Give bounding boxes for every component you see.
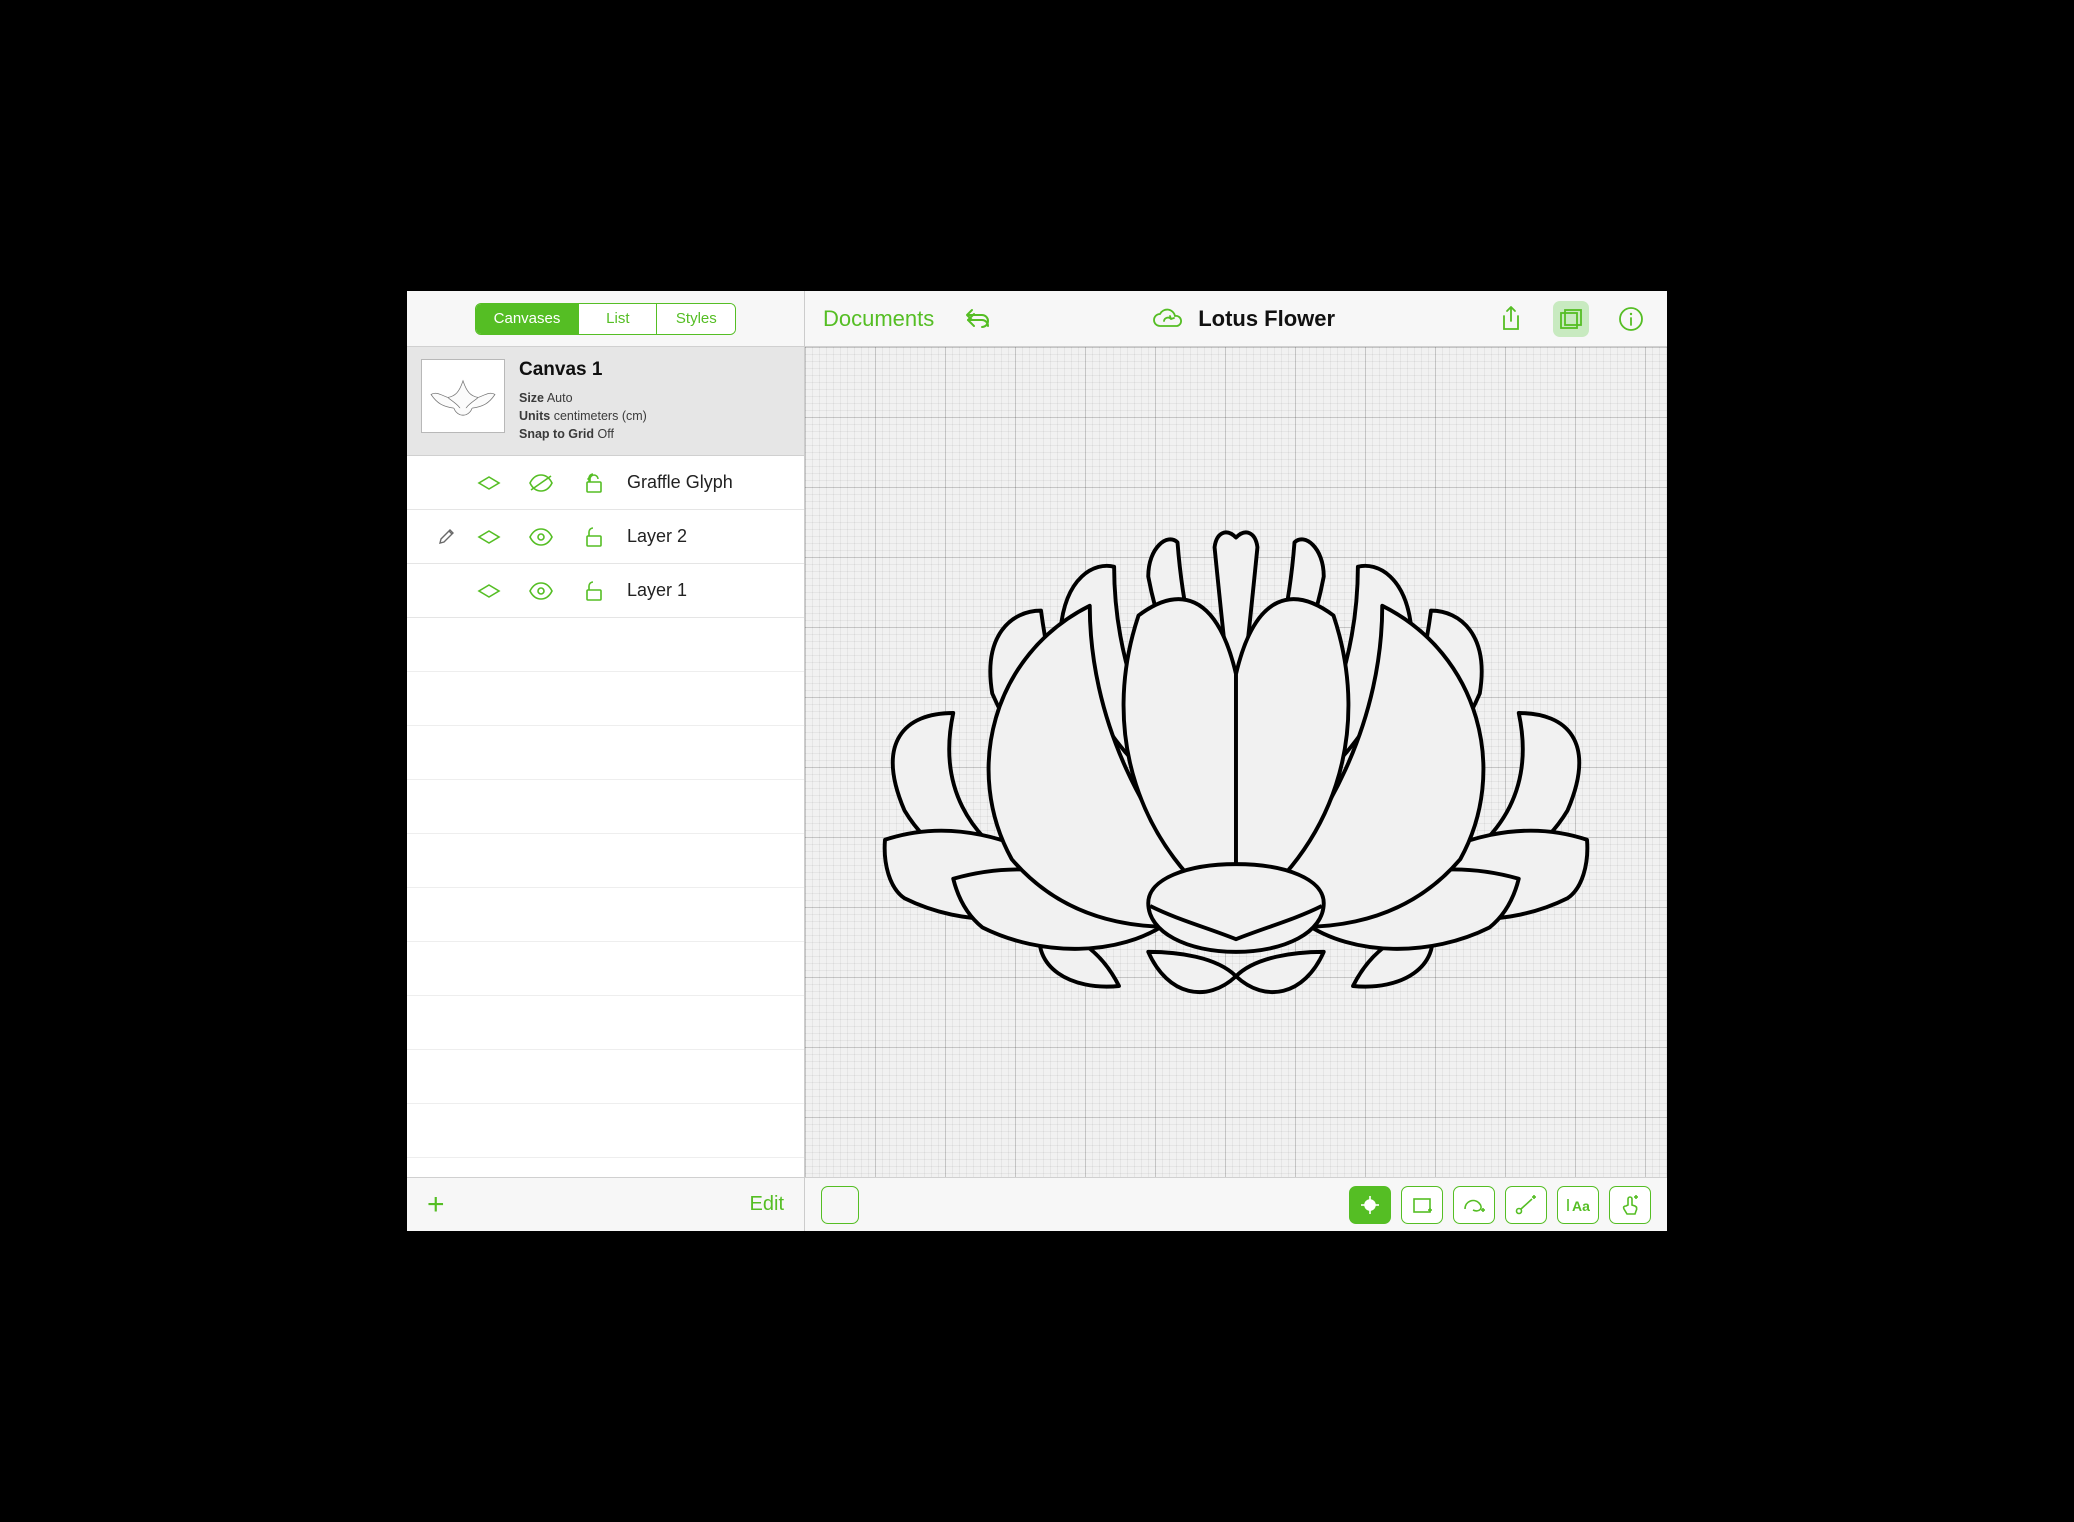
cloud-sync-icon[interactable] [1150, 306, 1184, 332]
units-label: Units [519, 409, 550, 423]
panels-icon[interactable] [1553, 301, 1589, 337]
empty-row [407, 1104, 804, 1158]
svg-text:Aa: Aa [1572, 1198, 1590, 1214]
diamond-icon[interactable] [465, 475, 513, 491]
canvas-thumbnail [421, 359, 505, 433]
documents-button[interactable]: Documents [823, 306, 934, 332]
line-tool[interactable] [1505, 1186, 1547, 1224]
lock-open-icon[interactable] [569, 472, 617, 494]
units-value: centimeters (cm) [554, 409, 647, 423]
diamond-icon[interactable] [465, 529, 513, 545]
canvas-info: Canvas 1 Size Auto Units centimeters (cm… [519, 359, 790, 443]
segmented-control: Canvases List Styles [475, 303, 737, 335]
empty-row [407, 996, 804, 1050]
undo-icon[interactable] [962, 308, 992, 330]
lock-open-icon[interactable] [569, 526, 617, 548]
canvas-title: Canvas 1 [519, 359, 790, 381]
sidebar-tabs: Canvases List Styles [407, 291, 804, 347]
lock-open-icon[interactable] [569, 580, 617, 602]
lotus-drawing[interactable] [846, 518, 1626, 1006]
layer-name: Layer 2 [627, 526, 790, 547]
layer-name: Layer 1 [627, 580, 790, 601]
size-label: Size [519, 391, 544, 405]
layers-list: Graffle Glyph [407, 456, 804, 1177]
eye-icon[interactable] [517, 581, 565, 601]
main-footer: Aa [805, 1177, 1667, 1231]
text-tool[interactable]: Aa [1557, 1186, 1599, 1224]
canvas[interactable] [805, 347, 1667, 1177]
eye-off-icon[interactable] [517, 473, 565, 493]
empty-row [407, 888, 804, 942]
layer-name: Graffle Glyph [627, 472, 790, 493]
freehand-tool[interactable] [1453, 1186, 1495, 1224]
canvas-meta: Size Auto Units centimeters (cm) Snap to… [519, 389, 790, 443]
document-title[interactable]: Lotus Flower [1198, 306, 1335, 332]
content: Canvases List Styles [407, 291, 1667, 1231]
snap-value: Off [597, 427, 613, 441]
main-area: Documents [805, 291, 1667, 1231]
add-shape-button[interactable] [821, 1186, 859, 1224]
empty-row [407, 942, 804, 996]
empty-row [407, 618, 804, 672]
snap-label: Snap to Grid [519, 427, 594, 441]
size-value: Auto [547, 391, 573, 405]
drawing-tools: Aa [1349, 1186, 1651, 1224]
add-canvas-button[interactable]: + [427, 1190, 445, 1220]
eye-icon[interactable] [517, 527, 565, 547]
main-toolbar: Documents [805, 291, 1667, 347]
layer-row[interactable]: Layer 1 [407, 564, 804, 618]
rectangle-tool[interactable] [1401, 1186, 1443, 1224]
app-window: Canvases List Styles [397, 281, 1677, 1241]
edit-button[interactable]: Edit [750, 1193, 784, 1216]
empty-row [407, 780, 804, 834]
touch-tool[interactable] [1609, 1186, 1651, 1224]
pencil-icon[interactable] [431, 528, 461, 546]
share-icon[interactable] [1493, 301, 1529, 337]
empty-row [407, 834, 804, 888]
tab-list[interactable]: List [579, 304, 657, 334]
layer-row[interactable]: Layer 2 [407, 510, 804, 564]
empty-row [407, 672, 804, 726]
tab-styles[interactable]: Styles [657, 304, 735, 334]
diamond-icon[interactable] [465, 583, 513, 599]
empty-row [407, 726, 804, 780]
tab-canvases[interactable]: Canvases [476, 304, 580, 334]
info-icon[interactable] [1613, 301, 1649, 337]
canvas-item[interactable]: Canvas 1 Size Auto Units centimeters (cm… [407, 347, 804, 456]
sidebar: Canvases List Styles [407, 291, 805, 1231]
empty-row [407, 1050, 804, 1104]
selection-tool[interactable] [1349, 1186, 1391, 1224]
sidebar-footer: + Edit [407, 1177, 804, 1231]
layer-row[interactable]: Graffle Glyph [407, 456, 804, 510]
